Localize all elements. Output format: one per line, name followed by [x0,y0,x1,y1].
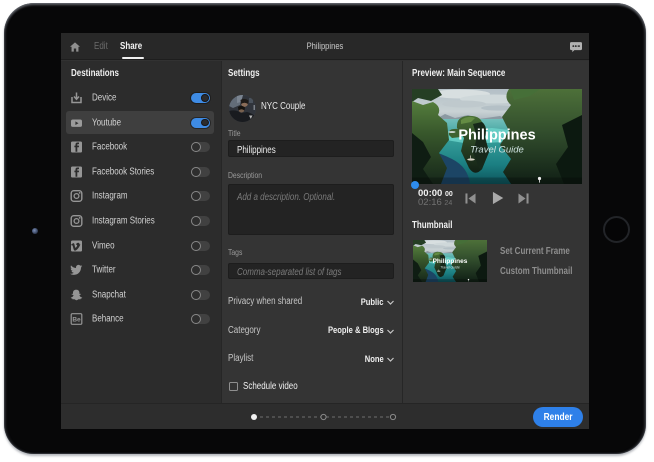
svg-text:Travel Guide: Travel Guide [440,265,460,269]
svg-text:Travel Guide: Travel Guide [470,145,524,156]
svg-text:Be: Be [72,317,81,324]
svg-text:Philippines: Philippines [433,258,468,265]
svg-text:Philippines: Philippines [458,128,535,144]
